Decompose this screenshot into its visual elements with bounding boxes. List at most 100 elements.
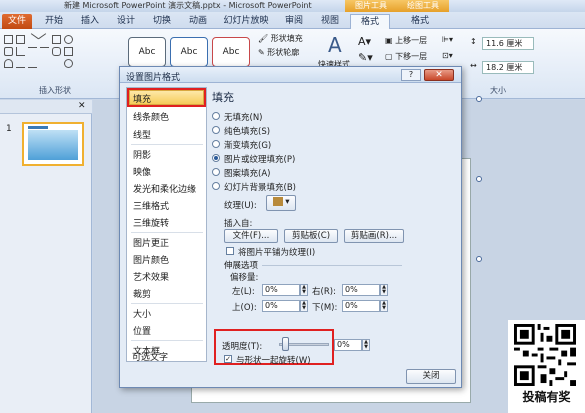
tab-view[interactable]: 视图 (316, 14, 344, 29)
dialog-close-button[interactable]: ✕ (424, 69, 454, 81)
nav-item-fill[interactable]: 填充 (133, 92, 151, 105)
freeform-shape-icon[interactable] (28, 59, 37, 68)
nav-item-glow[interactable]: 发光和柔化边缘 (133, 182, 196, 195)
offset-label: 偏移量: (230, 273, 259, 283)
shape-fill-button[interactable]: 🖌 形状填充 (258, 33, 303, 44)
transparency-spinner[interactable]: ▲ ▼ (362, 339, 370, 351)
height-input[interactable]: 11.6 厘米 (482, 37, 534, 50)
bring-forward-button[interactable]: ▣ 上移一层 (385, 35, 427, 46)
shape-outline-button[interactable]: ✎ 形状轮廓 (258, 47, 299, 58)
shape-fill-label: 形状填充 (270, 34, 303, 43)
nav-item-size[interactable]: 大小 (133, 307, 151, 320)
bottom-offset-input[interactable]: 0% (342, 300, 380, 312)
group-icon[interactable]: ⊡▾ (442, 51, 453, 60)
nav-item-picture-color[interactable]: 图片颜色 (133, 253, 169, 266)
left-offset-input[interactable]: 0% (262, 284, 300, 296)
texture-swatch-icon (272, 197, 283, 206)
right-offset-spinner[interactable]: ▲ ▼ (380, 284, 388, 296)
connector-shape-icon[interactable] (28, 47, 37, 56)
text-outline-icon[interactable]: ✎▾ (358, 51, 373, 64)
star-shape-icon[interactable] (64, 59, 73, 68)
dialog-close-action-button[interactable]: 关闭 (406, 369, 456, 384)
tab-animations[interactable]: 动画 (184, 14, 212, 29)
bottom-offset-spinner[interactable]: ▲ ▼ (380, 300, 388, 312)
heart-shape-icon[interactable] (4, 59, 13, 68)
file-button[interactable]: 文件(F)... (224, 229, 278, 243)
oval-shape-icon[interactable] (64, 35, 73, 44)
radio-picture-fill[interactable] (212, 154, 220, 162)
tab-insert[interactable]: 插入 (76, 14, 104, 29)
align-icon[interactable]: ⊫▾ (442, 35, 453, 44)
tab-home[interactable]: 开始 (40, 14, 68, 29)
tab-format-drawing[interactable]: 格式 (350, 14, 390, 29)
radio-background-fill[interactable] (212, 182, 220, 190)
texture-dropdown[interactable]: ▾ (266, 195, 296, 211)
resize-handle[interactable] (476, 96, 482, 102)
shapes-gallery[interactable] (4, 33, 84, 71)
shape-style-2[interactable]: Abc (170, 37, 208, 67)
dialog-nav-list: 填充 线条颜色 线型 阴影 映像 发光和柔化边缘 三维格式 三维旋转 图片更正 … (126, 87, 207, 362)
radio-pattern-fill[interactable] (212, 168, 220, 176)
rectangle-shape-icon[interactable] (4, 35, 13, 44)
tab-format-picture[interactable]: 格式 (400, 14, 440, 29)
brace-shape-icon[interactable] (40, 59, 49, 68)
nav-item-line-color[interactable]: 线条颜色 (133, 110, 169, 123)
transparency-input[interactable]: 0% (334, 339, 362, 351)
nav-item-picture-corrections[interactable]: 图片更正 (133, 236, 169, 249)
text-fill-icon[interactable]: A▾ (358, 35, 371, 48)
shape-style-3[interactable]: Abc (212, 37, 250, 67)
tab-review[interactable]: 审阅 (280, 14, 308, 29)
elbow-shape-icon[interactable] (40, 47, 49, 56)
rect2-shape-icon[interactable] (52, 35, 61, 44)
callout-shape-icon[interactable] (52, 47, 61, 56)
resize-handle[interactable] (476, 256, 482, 262)
shape-style-1[interactable]: Abc (128, 37, 166, 67)
curve-shape-icon[interactable] (16, 59, 25, 68)
dialog-title-bar[interactable]: 设置图片格式 ? ✕ (120, 67, 461, 83)
pane-close-icon[interactable]: ✕ (78, 101, 86, 111)
right-offset-input[interactable]: 0% (342, 284, 380, 296)
left-offset-spinner[interactable]: ▲ ▼ (300, 284, 308, 296)
slide-thumbnail[interactable] (22, 122, 84, 166)
clipboard-button[interactable]: 剪贴板(C) (284, 229, 338, 243)
top-offset-spinner[interactable]: ▲ ▼ (300, 300, 308, 312)
slide-number: 1 (6, 124, 12, 134)
rounded-rect-shape-icon[interactable] (4, 47, 13, 56)
nav-item-3d-rotation[interactable]: 三维旋转 (133, 216, 169, 229)
top-offset-label: 上(O): (232, 303, 257, 313)
nav-item-crop[interactable]: 裁剪 (133, 287, 151, 300)
help-button[interactable]: ? (401, 69, 421, 81)
clipart-button[interactable]: 剪贴画(R)... (344, 229, 404, 243)
triangle-shape-icon[interactable] (16, 47, 25, 56)
radio-gradient-fill[interactable] (212, 140, 220, 148)
flowchart-shape-icon[interactable] (64, 47, 73, 56)
slides-pane-header: ✕ (0, 100, 92, 114)
tile-checkbox[interactable] (226, 247, 234, 255)
resize-handle[interactable] (476, 176, 482, 182)
nav-item-alt-text[interactable]: 可选文字 (132, 350, 168, 363)
texture-label: 纹理(U): (224, 201, 257, 211)
width-input[interactable]: 18.2 厘米 (482, 61, 534, 74)
nav-item-line-style[interactable]: 线型 (133, 128, 151, 141)
rotate-with-shape-checkbox[interactable]: ✓ (224, 355, 232, 363)
send-backward-button[interactable]: ▢ 下移一层 (385, 51, 427, 62)
tab-slideshow[interactable]: 幻灯片放映 (220, 14, 272, 29)
textbox-shape-icon[interactable] (16, 35, 25, 44)
arrow-shape-icon[interactable] (38, 33, 51, 46)
nav-item-reflection[interactable]: 映像 (133, 165, 151, 178)
transparency-slider-thumb[interactable] (282, 337, 289, 351)
tab-file[interactable]: 文件 (2, 14, 32, 29)
top-offset-input[interactable]: 0% (262, 300, 300, 312)
bracket-shape-icon[interactable] (52, 59, 61, 68)
nav-item-artistic-effects[interactable]: 艺术效果 (133, 270, 169, 283)
wordart-a-icon[interactable]: A (328, 33, 342, 57)
fill-bucket-icon: 🖌 (258, 34, 271, 43)
tab-transitions[interactable]: 切换 (148, 14, 176, 29)
nav-item-position[interactable]: 位置 (133, 324, 151, 337)
radio-solid-fill[interactable] (212, 126, 220, 134)
nav-item-shadow[interactable]: 阴影 (133, 148, 151, 161)
tab-design[interactable]: 设计 (112, 14, 140, 29)
radio-no-fill[interactable] (212, 112, 220, 120)
nav-item-3d-format[interactable]: 三维格式 (133, 199, 169, 212)
line-shape-icon[interactable] (26, 33, 39, 46)
